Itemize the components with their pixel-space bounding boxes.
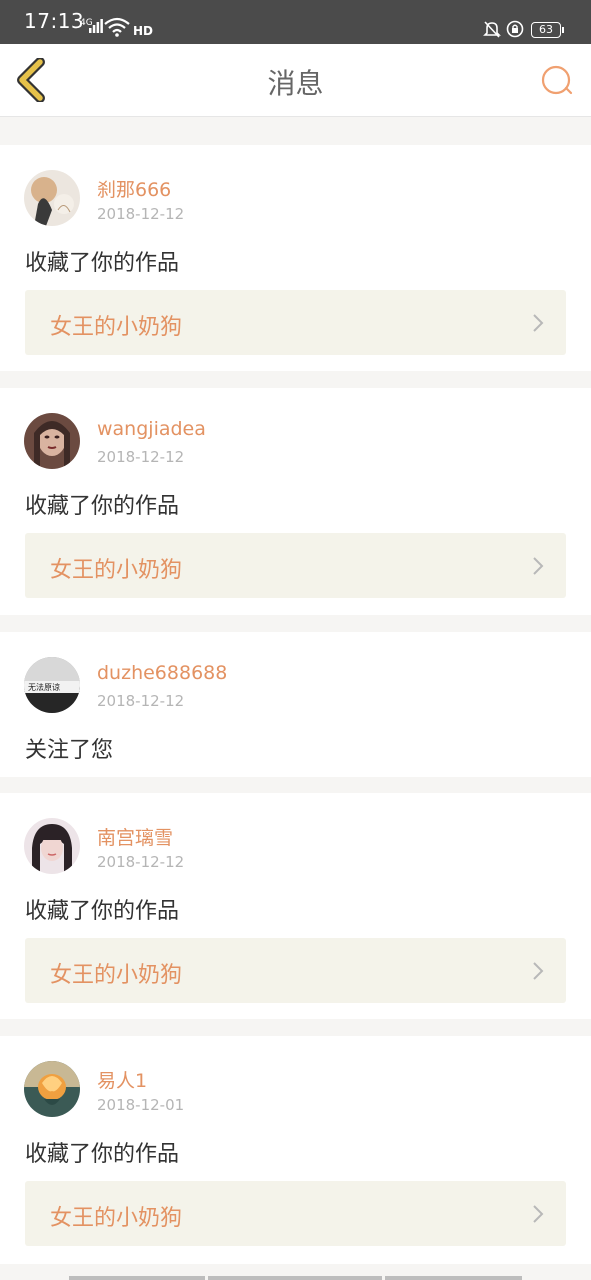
work-title: 女王的小奶狗 <box>50 1206 183 1231</box>
username[interactable]: wangjiadea <box>97 418 206 440</box>
search-icon <box>541 65 573 95</box>
username[interactable]: 刹那666 <box>97 175 171 202</box>
avatar[interactable] <box>24 1061 80 1117</box>
notification-card: 刹那666 2018-12-12 收藏了你的作品 女王的小奶狗 <box>0 145 591 371</box>
notification-date: 2018-12-01 <box>97 1096 185 1114</box>
status-time: 17:13 <box>24 9 85 33</box>
chevron-right-icon <box>533 1205 544 1223</box>
status-bar: 17:13 4G HD 63 <box>0 0 591 44</box>
username[interactable]: 易人1 <box>97 1066 147 1093</box>
work-link[interactable]: 女王的小奶狗 <box>25 533 566 598</box>
action-text: 收藏了你的作品 <box>25 899 180 924</box>
username[interactable]: 南宫璃雪 <box>97 823 173 850</box>
notification-date: 2018-12-12 <box>97 853 185 871</box>
search-button[interactable] <box>540 64 574 98</box>
work-link[interactable]: 女王的小奶狗 <box>25 938 566 1003</box>
chevron-right-icon <box>533 557 544 575</box>
avatar-caption: 无法原谅 <box>28 682 60 692</box>
notification-date: 2018-12-12 <box>97 448 185 466</box>
notification-date: 2018-12-12 <box>97 692 185 710</box>
wifi-icon <box>104 17 130 41</box>
nav-bar: 消息 <box>0 44 591 117</box>
action-text: 收藏了你的作品 <box>25 494 180 519</box>
signal-icon <box>89 18 103 37</box>
page-title: 消息 <box>267 67 324 100</box>
avatar[interactable]: 无法原谅 <box>24 657 80 713</box>
notification-card: 易人1 2018-12-01 收藏了你的作品 女王的小奶狗 <box>0 1036 591 1264</box>
work-link[interactable]: 女王的小奶狗 <box>25 1181 566 1246</box>
chevron-right-icon <box>533 314 544 332</box>
chevron-right-icon <box>533 962 544 980</box>
action-text: 收藏了你的作品 <box>25 1142 180 1167</box>
mute-bell-icon <box>483 20 501 42</box>
action-text: 关注了您 <box>25 738 114 763</box>
hd-indicator: HD <box>133 24 154 38</box>
avatar[interactable] <box>24 413 80 469</box>
username[interactable]: duzhe688688 <box>97 662 227 684</box>
work-title: 女王的小奶狗 <box>50 315 183 340</box>
work-title: 女王的小奶狗 <box>50 963 183 988</box>
avatar[interactable] <box>24 818 80 874</box>
notification-card: 无法原谅 duzhe688688 2018-12-12 关注了您 <box>0 632 591 777</box>
work-title: 女王的小奶狗 <box>50 558 183 583</box>
action-text: 收藏了你的作品 <box>25 251 180 276</box>
battery-indicator: 63 <box>531 22 564 38</box>
bottom-divider <box>0 1276 591 1280</box>
work-link[interactable]: 女王的小奶狗 <box>25 290 566 355</box>
notification-card: wangjiadea 2018-12-12 收藏了你的作品 女王的小奶狗 <box>0 388 591 615</box>
avatar[interactable] <box>24 170 80 226</box>
notification-card: 南宫璃雪 2018-12-12 收藏了你的作品 女王的小奶狗 <box>0 793 591 1019</box>
rotation-lock-icon <box>506 20 524 42</box>
notification-date: 2018-12-12 <box>97 205 185 223</box>
